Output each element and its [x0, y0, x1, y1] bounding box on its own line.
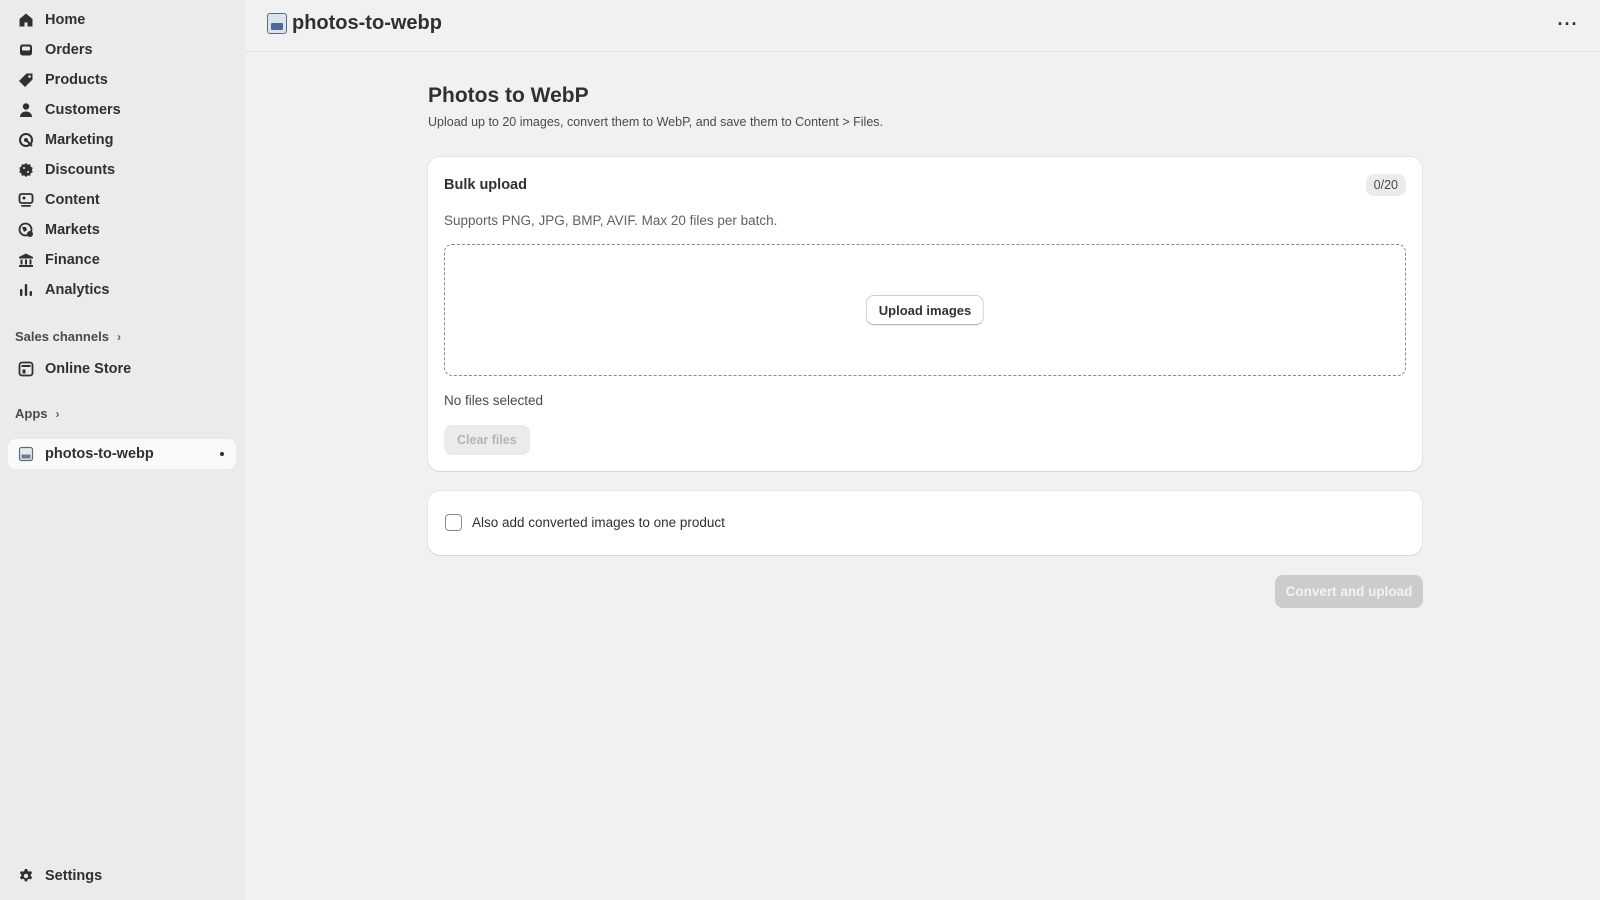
sidebar-item-analytics[interactable]: Analytics	[8, 275, 236, 305]
sidebar-item-content[interactable]: Content	[8, 185, 236, 215]
more-actions-button[interactable]: ···	[1554, 12, 1582, 36]
chevron-right-icon: ›	[116, 329, 121, 344]
app-image-icon	[267, 13, 287, 34]
globe-icon	[18, 222, 34, 238]
sidebar-item-label: Home	[45, 12, 86, 28]
sidebar-item-label: photos-to-webp	[45, 446, 154, 462]
sidebar-item-finance[interactable]: Finance	[8, 245, 236, 275]
convert-and-upload-button[interactable]: Convert and upload	[1275, 575, 1423, 608]
card-title: Bulk upload	[444, 177, 527, 193]
sidebar-item-discounts[interactable]: Discounts	[8, 155, 236, 185]
sidebar-item-markets[interactable]: Markets	[8, 215, 236, 245]
person-icon	[18, 102, 34, 118]
sidebar-item-home[interactable]: Home	[8, 5, 236, 35]
discount-icon	[18, 162, 34, 178]
inbox-icon	[18, 42, 34, 58]
sidebar: Home Orders Products Customers Marketing…	[0, 0, 245, 900]
app-image-icon	[18, 446, 34, 462]
apps-header[interactable]: Apps ›	[15, 406, 60, 421]
sidebar-item-orders[interactable]: Orders	[8, 35, 236, 65]
sidebar-item-settings[interactable]: Settings	[8, 861, 236, 891]
sidebar-item-label: Finance	[45, 252, 100, 268]
sidebar-item-label: Products	[45, 72, 108, 88]
chevron-right-icon: ›	[55, 406, 60, 421]
file-count-badge: 0/20	[1365, 174, 1406, 196]
files-status-text: No files selected	[444, 393, 544, 408]
sidebar-item-label: Content	[45, 192, 100, 208]
sidebar-item-label: Settings	[45, 868, 103, 884]
checkbox-label: Also add converted images to one product	[472, 515, 725, 530]
supported-formats-text: Supports PNG, JPG, BMP, AVIF. Max 20 fil…	[444, 213, 778, 228]
clear-files-button[interactable]: Clear files	[444, 425, 530, 455]
sidebar-item-marketing[interactable]: Marketing	[8, 125, 236, 155]
tag-icon	[18, 72, 34, 88]
content-icon	[18, 192, 34, 208]
add-to-product-option[interactable]: Also add converted images to one product	[445, 514, 725, 531]
app-header: photos-to-webp ···	[245, 0, 1600, 52]
target-icon	[18, 132, 34, 148]
app-title: photos-to-webp	[267, 12, 442, 35]
sidebar-item-label: Customers	[45, 102, 121, 118]
sidebar-item-label: Markets	[45, 222, 100, 238]
sidebar-item-online-store[interactable]: Online Store	[8, 354, 236, 384]
sidebar-item-customers[interactable]: Customers	[8, 95, 236, 125]
sidebar-item-photos-to-webp[interactable]: photos-to-webp	[8, 439, 236, 469]
add-to-product-checkbox[interactable]	[445, 514, 462, 531]
upload-images-button[interactable]: Upload images	[865, 295, 985, 325]
page-title: Photos to WebP	[428, 84, 589, 107]
bar-chart-icon	[18, 282, 34, 298]
sidebar-item-label: Orders	[45, 42, 93, 58]
sidebar-item-products[interactable]: Products	[8, 65, 236, 95]
bulk-upload-card: Bulk upload 0/20 Supports PNG, JPG, BMP,…	[428, 157, 1422, 471]
bank-icon	[18, 252, 34, 268]
sidebar-item-label: Analytics	[45, 282, 110, 298]
unpin-indicator[interactable]	[220, 452, 224, 456]
gear-icon	[18, 868, 34, 884]
product-option-card: Also add converted images to one product	[428, 491, 1422, 555]
page-subtitle: Upload up to 20 images, convert them to …	[428, 115, 884, 129]
file-dropzone[interactable]: Upload images	[444, 244, 1406, 376]
sidebar-item-label: Online Store	[45, 361, 132, 377]
sidebar-item-label: Discounts	[45, 162, 116, 178]
home-icon	[18, 12, 34, 28]
sidebar-item-label: Marketing	[45, 132, 114, 148]
store-icon	[18, 361, 34, 377]
sales-channels-header[interactable]: Sales channels ›	[15, 329, 121, 344]
